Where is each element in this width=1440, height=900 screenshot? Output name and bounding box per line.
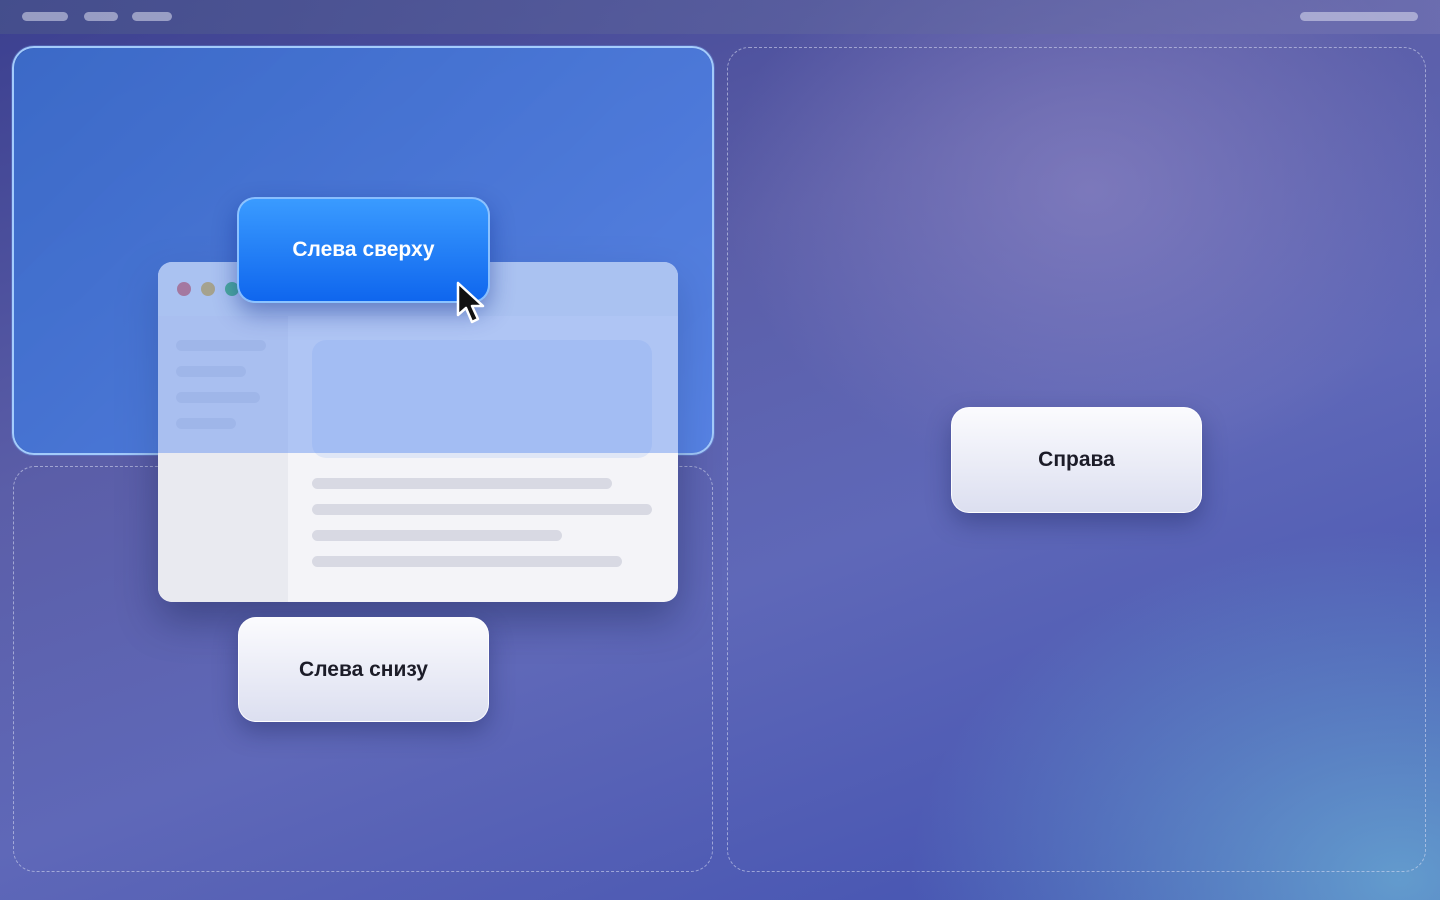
window-preview[interactable] xyxy=(158,262,678,602)
bottom-left-button[interactable]: Слева снизу xyxy=(238,617,489,722)
bottom-left-label: Слева снизу xyxy=(299,657,428,681)
minimize-dot-icon[interactable] xyxy=(201,282,215,296)
right-label: Справа xyxy=(1038,448,1115,471)
status-bar-placeholder xyxy=(1300,12,1418,21)
content-line xyxy=(312,504,652,515)
sidebar-line xyxy=(176,418,236,429)
menu-item-placeholder[interactable] xyxy=(132,12,172,21)
arrow-cursor-icon xyxy=(456,281,485,324)
sidebar-line xyxy=(176,340,266,351)
sidebar-line xyxy=(176,366,246,377)
top-left-button[interactable]: Слева сверху xyxy=(237,197,490,303)
content-line xyxy=(312,556,622,567)
menu-item-placeholder[interactable] xyxy=(22,12,68,21)
right-button[interactable]: Справа xyxy=(951,407,1202,513)
window-sidebar xyxy=(158,316,288,602)
menu-item-placeholder[interactable] xyxy=(84,12,118,21)
content-card xyxy=(312,340,652,458)
menu-bar xyxy=(0,0,1440,34)
close-dot-icon[interactable] xyxy=(177,282,191,296)
content-line xyxy=(312,530,562,541)
sidebar-line xyxy=(176,392,260,403)
top-left-label: Слева сверху xyxy=(292,238,435,261)
content-line xyxy=(312,478,612,489)
